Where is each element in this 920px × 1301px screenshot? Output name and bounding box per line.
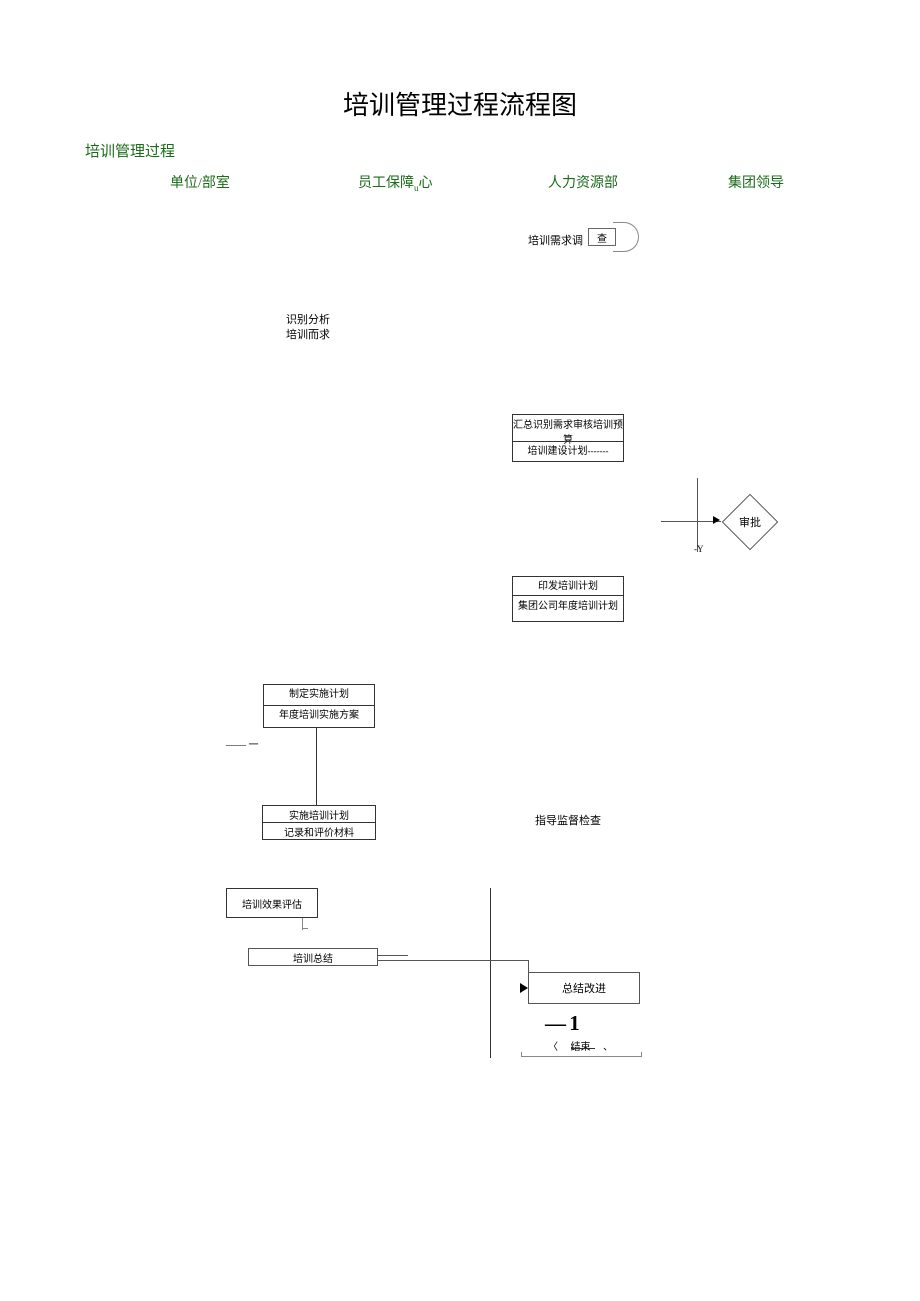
node-training-summary: 培训总结 bbox=[248, 948, 378, 966]
tick-line-h bbox=[302, 928, 308, 929]
node-summarize-top: 汇总识别需求审核培训预算 bbox=[513, 415, 623, 441]
minus-one-label: — 1 bbox=[545, 1011, 579, 1036]
end-paren-right: 、 bbox=[603, 1042, 613, 1053]
node-survey-label: 培训需求调 bbox=[528, 232, 583, 248]
h-connector-short bbox=[378, 955, 408, 956]
node-identify-line1: 识别分析 bbox=[286, 311, 330, 327]
end-paren-left: 〈 bbox=[548, 1042, 558, 1053]
node-improve: 总结改进 bbox=[528, 972, 640, 1004]
summarize-dashes: ------- bbox=[588, 446, 609, 456]
decision-y-label: -Y bbox=[694, 544, 704, 554]
big-vertical-line bbox=[490, 888, 491, 1058]
end-right-tick bbox=[641, 1052, 642, 1056]
col2-part-a: 员工保障 bbox=[358, 176, 414, 191]
col2-part-b: 心 bbox=[419, 176, 433, 191]
improve-text: 总结改进 bbox=[562, 980, 606, 996]
impl-top: 制定实施计划 bbox=[289, 685, 349, 705]
node-implement-plan: 制定实施计划 年度培训实施方案 bbox=[263, 684, 375, 728]
end-underline bbox=[571, 1048, 595, 1049]
decision-label: 审批 bbox=[720, 492, 780, 552]
exec-bottom: 记录和评价材料 bbox=[262, 822, 376, 840]
node-execute: 实施培训计划 记录和评价材料 bbox=[262, 806, 376, 840]
dash-mark: —— 一 bbox=[226, 736, 259, 751]
node-survey-arc bbox=[613, 222, 639, 252]
node-guidance: 指导监督检查 bbox=[535, 812, 601, 828]
decision-horizontal-line bbox=[661, 521, 721, 522]
issue-bottom: 集团公司年度培训计划 bbox=[518, 596, 618, 621]
node-summarize: 汇总识别需求审核培训预算 培训建设计划------- bbox=[512, 414, 624, 462]
node-summarize-bottom: 培训建设计划------- bbox=[528, 442, 609, 461]
column-header-hr: 人力资源部 bbox=[548, 172, 618, 192]
end-bottom-border bbox=[521, 1056, 642, 1057]
node-evaluation: 培训效果评估 bbox=[226, 888, 318, 918]
arrow-right-icon bbox=[713, 516, 720, 524]
h-connector bbox=[378, 960, 528, 961]
node-decision: 审批 bbox=[720, 492, 780, 552]
node-issue-plan: 印发培训计划 集团公司年度培训计划 bbox=[512, 576, 624, 622]
vertical-connector bbox=[316, 728, 317, 806]
impl-bottom: 年度培训实施方案 bbox=[279, 706, 359, 727]
column-header-staff: 员工保障u心 bbox=[358, 172, 433, 193]
node-identify-line2: 培训而求 bbox=[286, 326, 330, 342]
node-survey-box: 查 bbox=[588, 228, 616, 246]
section-label: 培训管理过程 bbox=[85, 140, 175, 161]
summarize-bottom-text: 培训建设计划 bbox=[528, 446, 588, 457]
exec-top: 实施培训计划 bbox=[262, 805, 376, 823]
page-title: 培训管理过程流程图 bbox=[0, 85, 920, 122]
issue-top: 印发培训计划 bbox=[538, 577, 598, 595]
decision-vertical-line bbox=[697, 478, 698, 552]
node-end: 〈 结束 、 bbox=[548, 1038, 613, 1053]
arrow-right-icon bbox=[520, 983, 528, 993]
column-header-unit: 单位/部室 bbox=[170, 172, 230, 192]
column-header-leader: 集团领导 bbox=[728, 172, 784, 192]
end-left-tick bbox=[521, 1052, 522, 1056]
